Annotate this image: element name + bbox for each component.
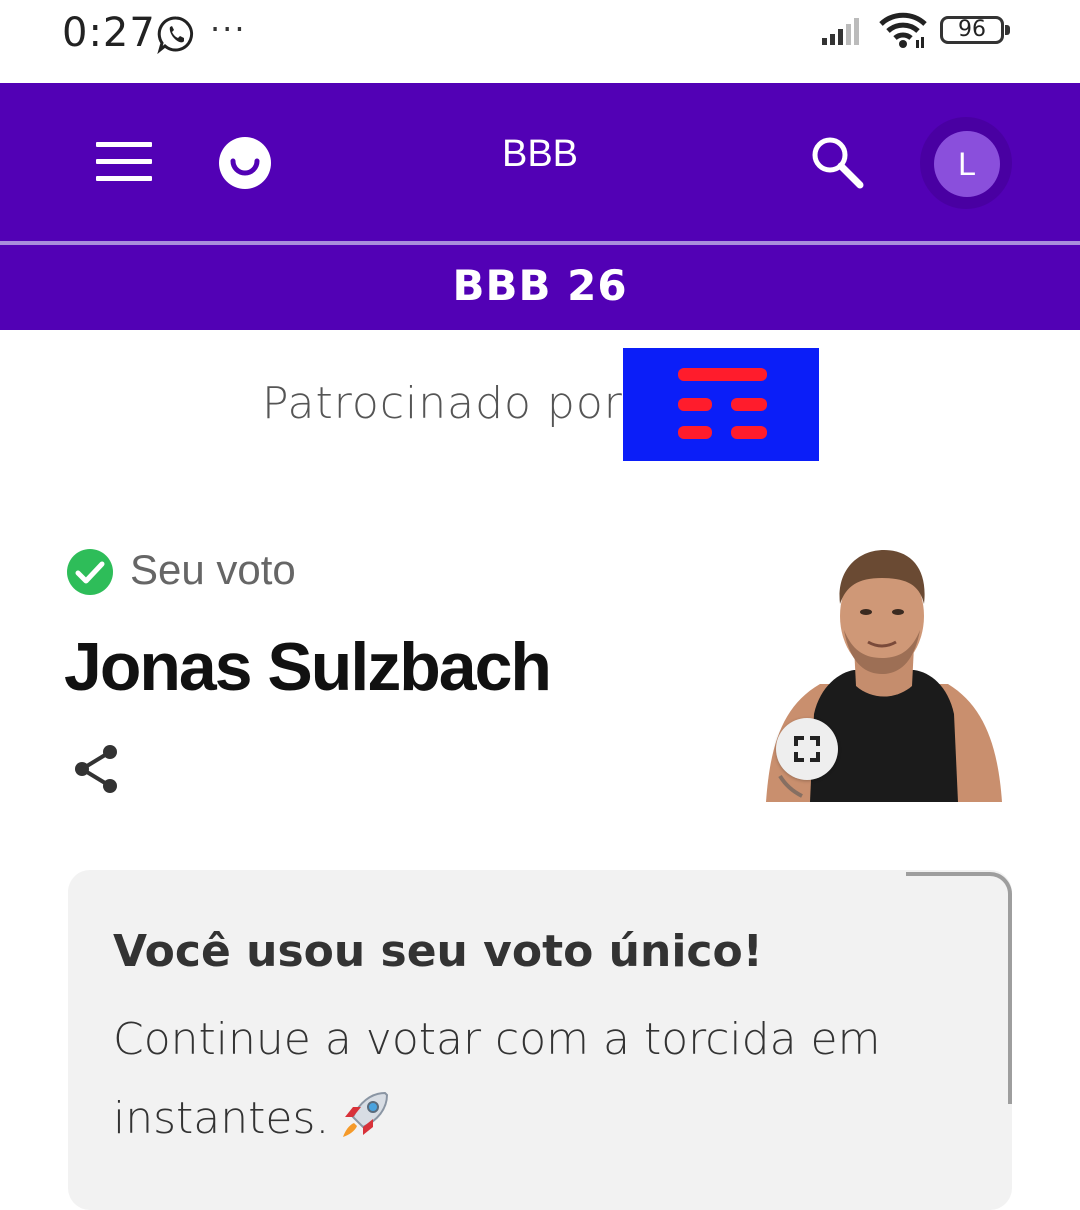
more-notifications-icon: ··· [210, 10, 247, 48]
signal-icon [822, 18, 859, 45]
card-scroll-indicator [906, 872, 1012, 1104]
vote-status-label: Seu voto [130, 546, 296, 593]
share-icon[interactable] [72, 742, 122, 796]
candidate-name: Jonas Sulzbach [64, 629, 552, 705]
menu-button[interactable] [94, 139, 154, 183]
section-header: BBB 26 [0, 245, 1080, 330]
app-header: BBB L [0, 83, 1080, 241]
rocket-icon [343, 1091, 389, 1137]
header-title: BBB [501, 133, 579, 175]
battery-icon: 96 [940, 16, 1010, 44]
message-body: Continue a votar com a torcida em instan… [113, 1014, 881, 1144]
user-avatar[interactable]: L [934, 131, 1000, 197]
wifi-icon [879, 12, 927, 48]
status-bar: 0:27 ··· 96 [0, 0, 1080, 83]
message-body-wrapper: Continue a votar com a torcida em instan… [113, 1000, 913, 1158]
status-time: 0:27 [62, 10, 156, 56]
check-circle-icon [67, 549, 113, 595]
search-icon[interactable] [808, 133, 866, 191]
section-title: BBB 26 [452, 261, 628, 310]
sponsor-logo[interactable] [623, 348, 819, 461]
expand-icon[interactable] [776, 718, 838, 780]
whatsapp-icon [157, 16, 194, 54]
message-title: Você usou seu voto único! [113, 926, 763, 977]
smile-logo-icon[interactable] [219, 137, 271, 189]
sponsor-label: Patrocinado por [262, 378, 623, 429]
